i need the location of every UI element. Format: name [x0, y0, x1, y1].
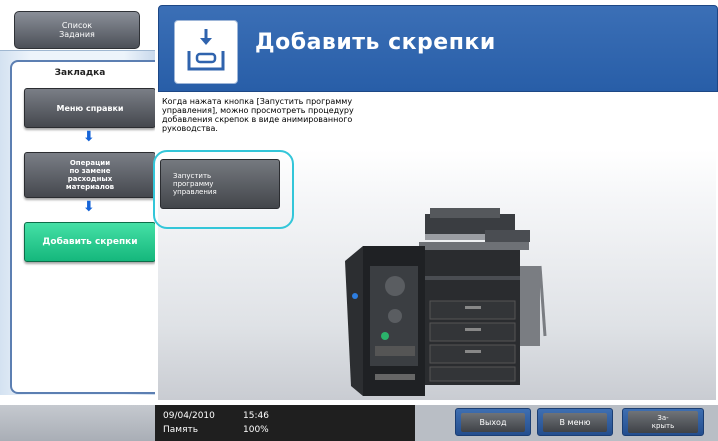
down-arrow-icon: ⬇	[83, 199, 95, 215]
page-title: Добавить скрепки	[255, 30, 496, 55]
status-panel: 09/04/2010 15:46 Память 100%	[155, 405, 415, 441]
footer-left-panel	[0, 405, 155, 441]
exit-button-label: Выход	[461, 412, 525, 432]
consumables-replacement-button[interactable]: Операции по замене расходных материалов	[24, 152, 156, 198]
close-button[interactable]: За- крыть	[622, 408, 704, 436]
copier-illustration	[345, 206, 565, 401]
close-button-label: За- крыть	[628, 411, 698, 433]
add-staples-button[interactable]: Добавить скрепки	[24, 222, 156, 262]
memory-value: 100%	[243, 425, 269, 435]
bookmark-title: Закладка	[54, 68, 106, 78]
staple-cartridge-icon	[174, 20, 238, 84]
job-list-button[interactable]: Список Задания	[14, 11, 140, 49]
description-text: Когда нажата кнопка [Запустить программу…	[162, 97, 354, 133]
to-menu-button[interactable]: В меню	[537, 408, 613, 436]
help-menu-button[interactable]: Меню справки	[24, 88, 156, 128]
status-time: 15:46	[243, 411, 269, 421]
screen: Список Задания Закладка Меню справки ⬇ О…	[0, 0, 718, 441]
start-guide-button[interactable]: Запустить программу управления	[160, 159, 280, 209]
status-date: 09/04/2010	[163, 411, 215, 421]
exit-button[interactable]: Выход	[455, 408, 531, 436]
to-menu-button-label: В меню	[543, 412, 607, 432]
memory-label: Память	[163, 425, 199, 435]
down-arrow-icon: ⬇	[83, 129, 95, 145]
